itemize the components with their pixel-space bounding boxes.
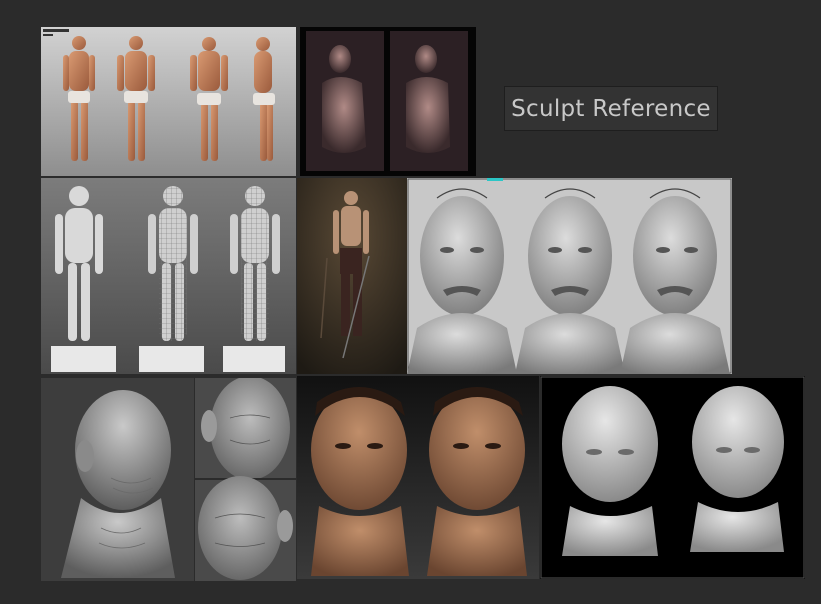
- torso-pair-image: [300, 27, 476, 176]
- grey-head-pair-image: [540, 376, 805, 579]
- colored-head-pair-image: [297, 376, 539, 579]
- wrinkled-closeups-image: [195, 378, 296, 581]
- selection-indicator: [487, 178, 503, 181]
- turnaround-color-image: [41, 27, 296, 176]
- warrior-concept-image: [297, 178, 407, 374]
- board-title[interactable]: Sculpt Reference: [504, 86, 718, 131]
- wireframe-turnaround-image: [41, 178, 296, 374]
- ref-image-torso-pair[interactable]: [300, 27, 476, 176]
- ref-image-warrior-concept[interactable]: [297, 178, 407, 374]
- ref-image-wireframe-turnaround[interactable]: [41, 178, 296, 374]
- mustache-heads-image: [407, 178, 732, 374]
- ref-image-bald-head-side[interactable]: [41, 378, 194, 581]
- ref-image-grey-head-pair[interactable]: [540, 376, 805, 579]
- ref-image-turnaround-color[interactable]: [41, 27, 296, 176]
- ref-image-colored-head-pair[interactable]: [297, 376, 539, 579]
- ref-image-mustache-heads[interactable]: [407, 178, 732, 374]
- bald-head-side-image: [41, 378, 194, 581]
- ref-image-wrinkled-closeups[interactable]: [195, 378, 296, 581]
